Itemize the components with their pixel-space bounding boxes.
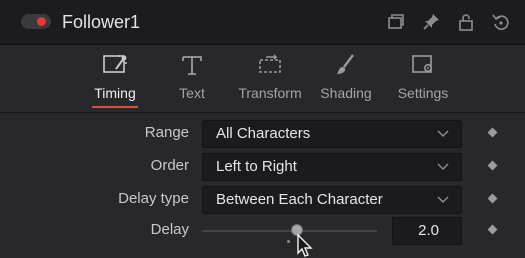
node-header: Follower1 xyxy=(0,0,525,45)
transform-icon xyxy=(257,53,283,77)
tab-shading[interactable]: Shading xyxy=(315,45,377,111)
settings-icon xyxy=(410,53,436,77)
delay-number-field[interactable]: 2.0 xyxy=(392,217,462,245)
pin-icon[interactable] xyxy=(421,12,441,32)
tab-label: Transform xyxy=(238,85,302,101)
tab-label: Timing xyxy=(94,85,136,101)
reset-icon[interactable] xyxy=(491,12,511,32)
order-dropdown[interactable]: Left to Right xyxy=(202,153,462,181)
chevron-down-icon xyxy=(437,129,449,139)
chevron-down-icon xyxy=(437,162,449,172)
keyframe-diamond-icon[interactable] xyxy=(487,224,498,235)
order-value: Left to Right xyxy=(216,158,297,175)
keyframe-diamond-icon[interactable] xyxy=(487,160,498,171)
active-tab-underline xyxy=(92,106,138,108)
tab-text[interactable]: Text xyxy=(166,45,218,111)
order-row: Order Left to Right xyxy=(0,151,525,183)
delay-type-label: Delay type xyxy=(118,190,189,207)
delay-row: Delay 2.0 xyxy=(0,215,525,247)
timing-icon xyxy=(102,53,128,77)
delay-value: 2.0 xyxy=(418,222,439,239)
delay-type-row: Delay type Between Each Character xyxy=(0,184,525,216)
delay-slider-track[interactable] xyxy=(202,230,377,232)
controls-panel: Range All Characters Order Left to Right… xyxy=(0,112,525,258)
slider-default-marker xyxy=(287,240,290,243)
tab-settings[interactable]: Settings xyxy=(390,45,456,111)
lock-icon[interactable] xyxy=(456,12,476,32)
order-label: Order xyxy=(150,157,189,174)
delay-type-value: Between Each Character xyxy=(216,191,383,208)
node-title: Follower1 xyxy=(62,12,141,32)
delay-label: Delay xyxy=(150,221,189,238)
range-value: All Characters xyxy=(216,125,311,142)
delay-type-dropdown[interactable]: Between Each Character xyxy=(202,186,462,214)
text-icon xyxy=(179,53,205,77)
mouse-pointer-icon xyxy=(296,234,316,258)
chevron-down-icon xyxy=(437,195,449,205)
window-icon[interactable] xyxy=(386,12,406,32)
range-label: Range xyxy=(144,124,189,141)
keyframe-diamond-icon[interactable] xyxy=(487,127,498,138)
tab-label: Text xyxy=(179,85,205,101)
tab-timing[interactable]: Timing xyxy=(84,45,146,111)
inspector-tabs: Timing Text Transform Shading Settings xyxy=(0,45,525,111)
range-row: Range All Characters xyxy=(0,118,525,150)
tab-label: Shading xyxy=(320,85,372,101)
toggle-indicator xyxy=(37,17,46,26)
brush-icon xyxy=(333,53,359,77)
tab-label: Settings xyxy=(397,85,449,101)
range-dropdown[interactable]: All Characters xyxy=(202,120,462,148)
tab-transform[interactable]: Transform xyxy=(230,45,310,111)
node-enable-toggle[interactable] xyxy=(21,14,51,29)
keyframe-diamond-icon[interactable] xyxy=(487,193,498,204)
